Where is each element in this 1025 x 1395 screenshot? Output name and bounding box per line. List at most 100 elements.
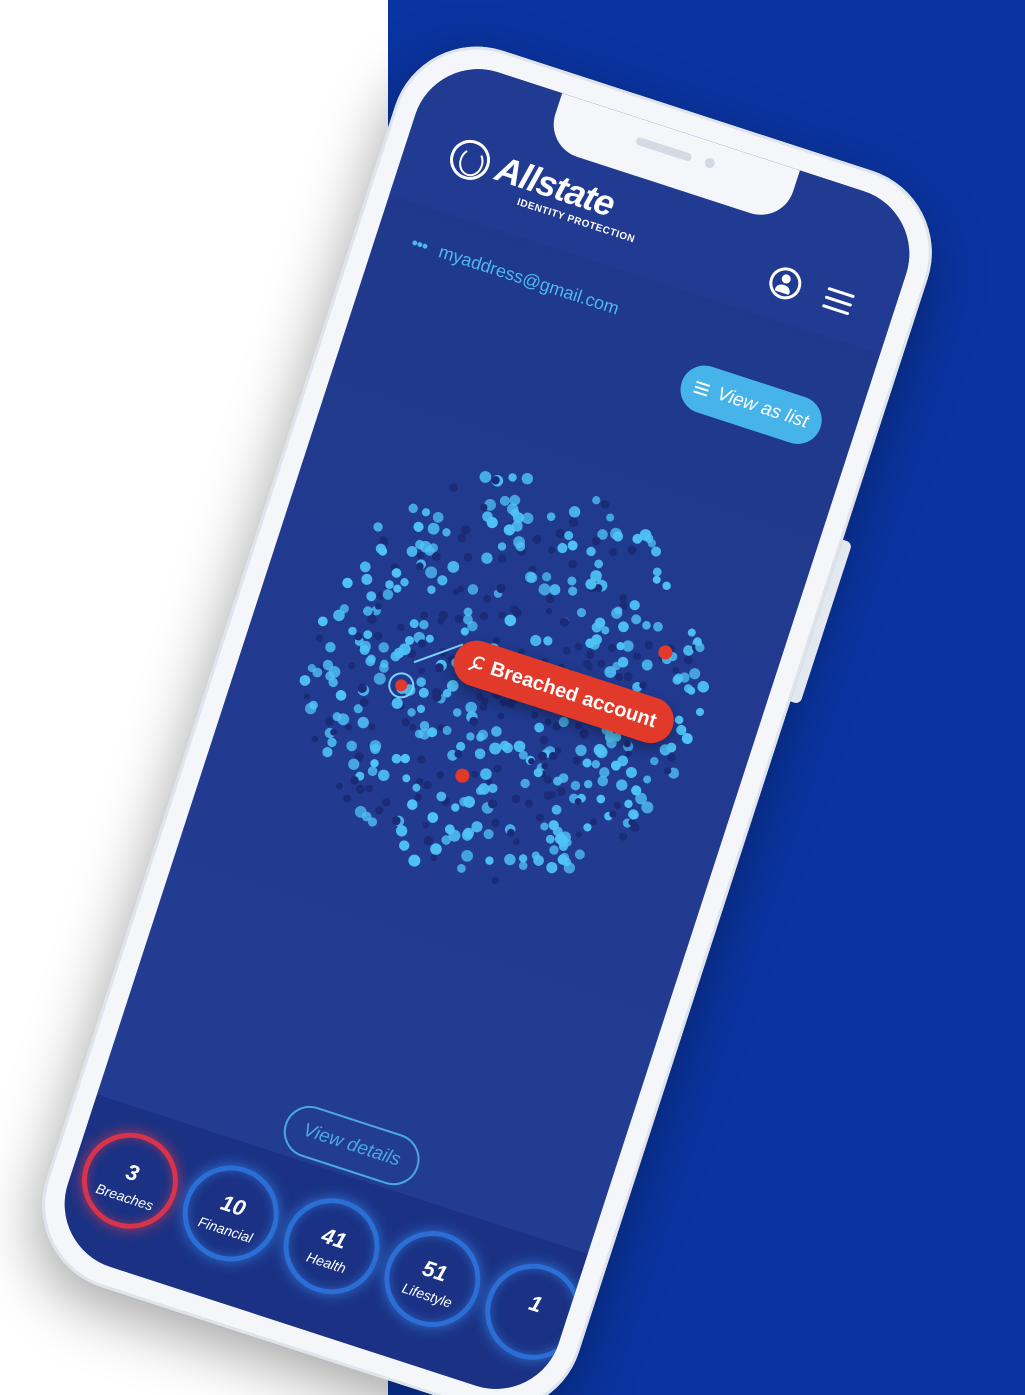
network-node (576, 608, 587, 618)
network-node (343, 794, 352, 803)
network-node (662, 581, 671, 591)
network-node (600, 500, 610, 509)
network-node (479, 471, 492, 483)
network-node (373, 631, 383, 641)
network-node (562, 646, 571, 655)
network-node (456, 864, 466, 873)
network-node (491, 876, 500, 885)
network-node (483, 594, 492, 603)
network-node (570, 780, 581, 791)
network-node (574, 643, 583, 651)
network-node (567, 540, 578, 551)
stat-health[interactable]: 41 Health (271, 1185, 393, 1307)
network-node (542, 572, 552, 582)
network-node (420, 611, 429, 620)
network-node (549, 584, 561, 596)
network-node (409, 723, 417, 731)
network-node (407, 708, 416, 717)
network-node (470, 770, 479, 778)
network-node (592, 496, 601, 505)
network-node (582, 758, 592, 768)
network-node (622, 640, 634, 652)
network-node (497, 712, 505, 720)
hamburger-menu-icon[interactable] (821, 286, 855, 317)
network-node (461, 849, 474, 862)
network-node (467, 584, 479, 595)
network-node (689, 668, 701, 680)
page: Allstate IDENTITY PROTECTION ••• myaddre… (0, 0, 1025, 1395)
network-node (299, 675, 311, 686)
network-node (539, 735, 549, 745)
network-node (591, 760, 601, 769)
network-node (416, 704, 426, 714)
network-node (575, 744, 587, 756)
network-node (642, 620, 651, 630)
network-node (369, 740, 382, 752)
network-node (375, 805, 384, 815)
network-node (418, 687, 429, 698)
stat-financial[interactable]: 10 Financial (170, 1153, 292, 1275)
network-node (564, 531, 574, 541)
user-icon[interactable] (765, 263, 806, 304)
network-node (451, 803, 460, 812)
network-node (481, 552, 493, 564)
network-node (463, 796, 475, 808)
network-node (474, 748, 486, 760)
network-node (427, 522, 440, 535)
network-node (524, 799, 534, 808)
network-node (408, 503, 418, 514)
network-node (695, 707, 705, 717)
network-node (373, 522, 383, 532)
network-node (545, 607, 553, 615)
network-node (396, 623, 405, 632)
network-node (463, 607, 473, 617)
network-node (367, 766, 378, 777)
network-node (575, 722, 582, 730)
network-node (365, 784, 374, 793)
network-node (683, 655, 693, 665)
network-node (359, 561, 371, 573)
speaker (634, 136, 693, 163)
network-node (616, 779, 628, 791)
network-node (534, 722, 545, 733)
network-node (584, 779, 593, 789)
network-node (625, 766, 637, 778)
network-node (568, 586, 578, 596)
network-node (479, 611, 489, 621)
stat-lifestyle[interactable]: 51 Lifestyle (371, 1218, 493, 1340)
breach-node[interactable] (454, 767, 472, 785)
network-node (491, 726, 502, 737)
network-node (491, 818, 500, 828)
network-node (521, 472, 534, 485)
network-node (672, 666, 680, 674)
network-node (551, 804, 562, 815)
network-node (545, 594, 555, 604)
network-node (575, 831, 583, 838)
network-node (416, 677, 426, 687)
network-node (619, 594, 628, 602)
network-node (624, 799, 633, 809)
network-node (559, 617, 569, 627)
stat-breaches[interactable]: 3 Breaches (69, 1120, 191, 1242)
network-node (422, 821, 429, 829)
network-node (596, 794, 606, 804)
network-node (631, 614, 642, 625)
network-node (619, 832, 628, 841)
network-node (417, 755, 426, 764)
account-dots: ••• (408, 232, 431, 257)
allstate-hands-logo-icon (444, 134, 496, 186)
network-node (548, 546, 556, 554)
network-node (608, 548, 617, 557)
network-node (382, 797, 391, 807)
network-node (568, 517, 579, 527)
view-as-list-button[interactable]: View as list (674, 359, 828, 451)
view-details-label: View details (300, 1119, 404, 1171)
network-node (382, 589, 394, 600)
network-node (606, 513, 615, 522)
network-node (607, 643, 616, 652)
network-node (449, 483, 459, 492)
network-node (465, 701, 477, 714)
network-node (687, 628, 696, 637)
network-node (378, 769, 390, 782)
network-node (418, 667, 425, 675)
